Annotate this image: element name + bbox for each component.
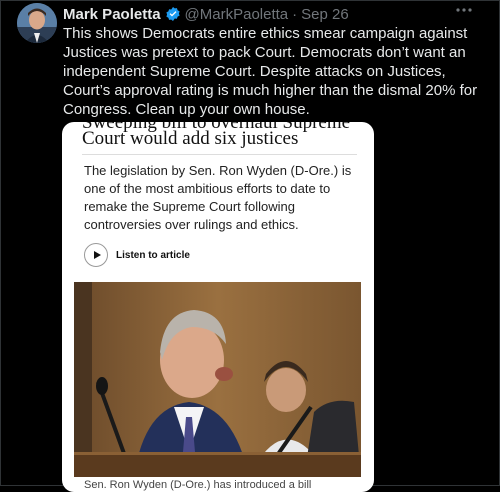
tweet-date[interactable]: Sep 26 (301, 6, 349, 23)
photo-caption: Sen. Ron Wyden (D-Ore.) has introduced a… (84, 479, 312, 491)
tweet-header: Mark Paoletta @MarkPaoletta · Sep 26 (63, 4, 349, 24)
article-screenshot-card[interactable]: Sweeping bill to overhaul Supreme Court … (62, 122, 374, 492)
listen-to-article-button[interactable]: Listen to article (84, 243, 190, 267)
tweet-container[interactable]: Mark Paoletta @MarkPaoletta · Sep 26 Thi… (0, 0, 500, 492)
author-handle[interactable]: @MarkPaoletta (185, 6, 289, 23)
headline-divider (82, 154, 357, 155)
verified-badge-icon (165, 7, 180, 21)
more-options-icon[interactable] (455, 1, 473, 24)
article-photo (74, 282, 361, 477)
separator-dot: · (292, 5, 298, 23)
tweet-text: This shows Democrats entire ethics smear… (63, 25, 478, 118)
article-headline: Court would add six justices (82, 128, 299, 149)
author-name[interactable]: Mark Paoletta (63, 6, 161, 23)
avatar[interactable] (17, 3, 57, 43)
listen-label: Listen to article (116, 249, 190, 261)
play-icon (84, 243, 108, 267)
article-lede: The legislation by Sen. Ron Wyden (D-Ore… (84, 163, 352, 232)
